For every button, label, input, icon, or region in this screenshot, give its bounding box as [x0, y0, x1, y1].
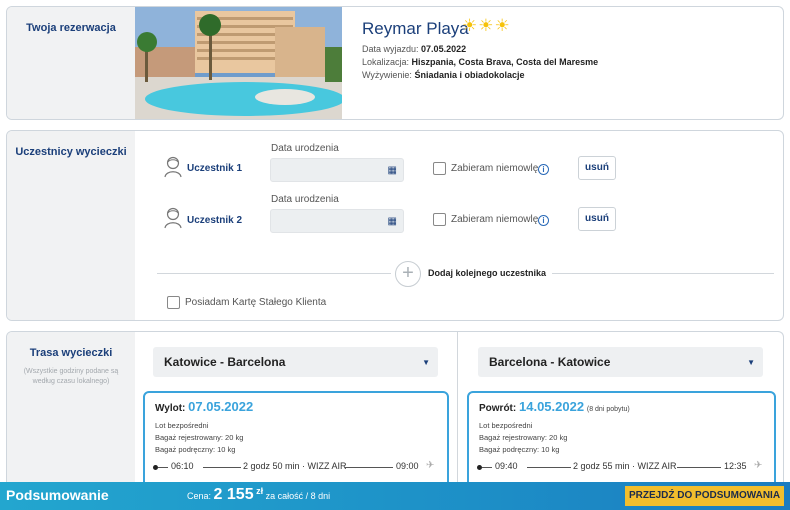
- participant-2-dob-input[interactable]: ▦: [270, 209, 404, 233]
- return-direct: Lot bezpośredni: [479, 421, 533, 430]
- loyalty-card-label: Posiadam Kartę Stałego Klienta: [185, 297, 327, 308]
- participant-1-infant-checkbox[interactable]: [433, 162, 446, 175]
- return-route-value: Barcelona - Katowice: [489, 355, 611, 369]
- info-icon[interactable]: i: [538, 164, 549, 175]
- outbound-departure-time: 06:10: [171, 461, 194, 471]
- chevron-down-icon[interactable]: ▼: [747, 358, 755, 367]
- outbound-route-value: Katowice - Barcelona: [164, 355, 286, 369]
- hotel-name[interactable]: Reymar Playa: [362, 19, 469, 39]
- divider: [552, 273, 774, 274]
- add-participant-button[interactable]: Dodaj kolejnego uczestnika: [428, 268, 546, 278]
- person-icon: [163, 156, 183, 178]
- price-label: Cena:: [187, 491, 212, 501]
- calendar-icon[interactable]: ▦: [388, 216, 397, 227]
- outbound-duration: 2 godz 50 min · WIZZ AIR: [243, 461, 347, 471]
- summary-title: Podsumowanie: [6, 487, 109, 503]
- reservation-panel: Twoja rezerwacja Reymar Playa ☀☀☀ Data w…: [6, 6, 784, 120]
- outbound-date: 07.05.2022: [188, 399, 254, 414]
- return-duration: 2 godz 55 min · WIZZ AIR: [573, 461, 677, 471]
- reservation-sidebar: Twoja rezerwacja: [7, 7, 135, 119]
- plane-icon: ✈: [754, 460, 763, 471]
- participant-2-dob-label: Data urodzenia: [271, 194, 339, 205]
- loyalty-card-checkbox[interactable]: [167, 296, 180, 309]
- return-route-select[interactable]: Barcelona - Katowice ▼: [478, 347, 763, 377]
- participant-2-remove-button[interactable]: usuń: [578, 207, 616, 231]
- price-display: Cena: 2 155 zł za całość / 8 dni: [187, 486, 330, 504]
- stay-length: (8 dni pobytu): [586, 406, 630, 413]
- departure-date-value: 07.05.2022: [421, 44, 467, 54]
- participants-panel: Uczestnicy wycieczki Uczestnik 1 Data ur…: [6, 130, 784, 321]
- outbound-timeline: 06:10 2 godz 50 min · WIZZ AIR 09:00 ✈: [153, 460, 443, 475]
- go-to-summary-button[interactable]: PRZEJDŹ DO PODSUMOWANIA: [625, 486, 784, 506]
- location-label: Lokalizacja:: [362, 57, 410, 67]
- route-note: (Wszystkie godziny podane są według czas…: [23, 368, 119, 385]
- outbound-header: Wylot: 07.05.2022: [155, 399, 253, 414]
- participant-1-dob-input[interactable]: ▦: [270, 158, 404, 182]
- timeline-segment: [345, 467, 393, 468]
- return-header: Powrót: 14.05.2022 (8 dni pobytu): [479, 399, 630, 414]
- board-value: Śniadania i obiadokolacje: [414, 70, 525, 80]
- participant-2-name: Uczestnik 2: [187, 215, 243, 226]
- route-title: Trasa wycieczki: [29, 347, 113, 359]
- price-value: 2 155: [213, 486, 254, 503]
- board-label: Wyżywienie:: [362, 70, 412, 80]
- outbound-route-select[interactable]: Katowice - Barcelona ▼: [153, 347, 438, 377]
- return-label: Powrót:: [479, 403, 517, 414]
- participant-1-name: Uczestnik 1: [187, 163, 243, 174]
- add-participant-icon[interactable]: +: [395, 261, 421, 287]
- return-arrival-time: 12:35: [724, 461, 747, 471]
- chevron-down-icon[interactable]: ▼: [422, 358, 430, 367]
- outbound-direct: Lot bezpośredni: [155, 421, 209, 430]
- participant-2-infant-checkbox[interactable]: [433, 213, 446, 226]
- departure-date-label: Data wyjazdu:: [362, 44, 419, 54]
- timeline-segment: [527, 467, 571, 468]
- reservation-title: Twoja rezerwacja: [26, 22, 116, 34]
- outbound-checked-baggage: Bagaż rejestrowany: 20 kg: [155, 433, 244, 442]
- return-checked-baggage: Bagaż rejestrowany: 20 kg: [479, 433, 568, 442]
- price-currency: zł: [256, 486, 264, 496]
- timeline-segment: [482, 467, 492, 468]
- participant-1-dob-label: Data urodzenia: [271, 143, 339, 154]
- outbound-cabin-baggage: Bagaż podręczny: 10 kg: [155, 445, 236, 454]
- board-row: Wyżywienie: Śniadania i obiadokolacje: [362, 70, 524, 80]
- person-icon: [163, 207, 183, 229]
- participant-2-infant-label: Zabieram niemowlę: [451, 214, 539, 225]
- location-row: Lokalizacja: Hiszpania, Costa Brava, Cos…: [362, 57, 598, 67]
- return-date: 14.05.2022: [519, 399, 585, 414]
- price-suffix: za całość / 8 dni: [265, 491, 331, 501]
- outbound-arrival-time: 09:00: [396, 461, 419, 471]
- outbound-label: Wylot:: [155, 403, 186, 414]
- timeline-segment: [158, 467, 168, 468]
- participant-1-remove-button[interactable]: usuń: [578, 156, 616, 180]
- timeline-segment: [203, 467, 241, 468]
- summary-bar: Podsumowanie Cena: 2 155 zł za całość / …: [0, 482, 790, 510]
- plane-icon: ✈: [426, 460, 435, 471]
- calendar-icon[interactable]: ▦: [388, 165, 397, 176]
- info-icon[interactable]: i: [538, 215, 549, 226]
- location-value: Hiszpania, Costa Brava, Costa del Maresm…: [411, 57, 599, 67]
- participant-1-infant-label: Zabieram niemowlę: [451, 163, 539, 174]
- return-cabin-baggage: Bagaż podręczny: 10 kg: [479, 445, 560, 454]
- timeline-segment: [677, 467, 721, 468]
- sun-rating-icon: ☀☀☀: [462, 16, 511, 35]
- departure-date-row: Data wyjazdu: 07.05.2022: [362, 44, 466, 54]
- return-departure-time: 09:40: [495, 461, 518, 471]
- return-timeline: 09:40 2 godz 55 min · WIZZ AIR 12:35 ✈: [477, 460, 770, 475]
- divider: [157, 273, 391, 274]
- hotel-photo: [135, 7, 342, 119]
- participants-sidebar: Uczestnicy wycieczki: [7, 131, 135, 320]
- participants-title: Uczestnicy wycieczki: [15, 146, 127, 158]
